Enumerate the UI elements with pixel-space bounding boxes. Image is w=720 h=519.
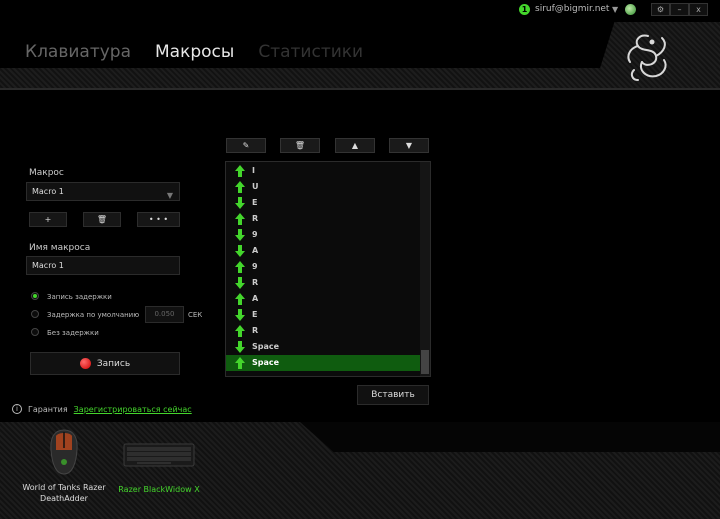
device-mouse-name-1: World of Tanks Razer bbox=[22, 483, 106, 492]
event-key: I bbox=[252, 166, 255, 175]
event-key: Space bbox=[252, 342, 280, 351]
macro-name-input[interactable]: Macro 1 bbox=[26, 256, 180, 275]
event-key: A bbox=[252, 294, 259, 303]
list-item[interactable]: 9 bbox=[226, 227, 421, 243]
tab-keyboard[interactable]: Клавиатура bbox=[25, 42, 131, 62]
arrow-up-icon bbox=[235, 165, 245, 177]
move-up-button[interactable]: ▲ bbox=[335, 138, 375, 153]
device-mouse-name-2: DeathAdder bbox=[40, 494, 88, 503]
arrow-down-icon bbox=[235, 229, 245, 241]
notification-badge[interactable]: 1 bbox=[519, 4, 530, 15]
device-mouse[interactable]: World of Tanks Razer DeathAdder bbox=[14, 428, 114, 504]
macro-section-label: Макрос bbox=[29, 168, 64, 178]
list-item[interactable]: R bbox=[226, 275, 421, 291]
arrow-up-icon bbox=[235, 325, 245, 337]
event-key: E bbox=[252, 198, 258, 207]
title-bar: 1 siruf@bigmir.net ▼ ⚙ – x bbox=[0, 0, 720, 20]
event-key: R bbox=[252, 278, 259, 287]
list-item[interactable]: Space bbox=[226, 355, 421, 371]
default-delay-radio[interactable] bbox=[31, 310, 39, 318]
move-down-button[interactable]: ▼ bbox=[389, 138, 429, 153]
settings-button[interactable]: ⚙ bbox=[651, 3, 670, 16]
scrollbar[interactable] bbox=[420, 162, 430, 376]
window-controls: ⚙ – x bbox=[651, 3, 708, 16]
arrow-up-icon bbox=[235, 213, 245, 225]
list-item[interactable]: 9 bbox=[226, 259, 421, 275]
event-key: 9 bbox=[252, 230, 258, 239]
record-label: Запись bbox=[96, 358, 131, 369]
mouse-icon bbox=[50, 429, 78, 475]
chevron-down-icon[interactable]: ▼ bbox=[612, 5, 618, 14]
delete-event-button[interactable]: 🗑 bbox=[280, 138, 320, 153]
event-key: Space bbox=[252, 358, 280, 367]
arrow-up-icon bbox=[235, 261, 245, 273]
chevron-down-icon: ▼ bbox=[166, 191, 173, 200]
record-delay-radio[interactable] bbox=[31, 292, 39, 300]
list-item[interactable]: R bbox=[226, 323, 421, 339]
register-link[interactable]: Зарегистрироваться сейчас bbox=[74, 405, 192, 414]
macro-select-value: Macro 1 bbox=[32, 187, 64, 196]
warranty-row: i Гарантия Зарегистрироваться сейчас bbox=[12, 404, 192, 414]
record-button[interactable]: Запись bbox=[30, 352, 180, 375]
event-key: U bbox=[252, 182, 259, 191]
record-icon bbox=[79, 358, 91, 369]
list-item[interactable]: R bbox=[226, 211, 421, 227]
macro-event-list[interactable]: Space Space R E A R 9 A 9 R E U I bbox=[225, 161, 431, 377]
globe-icon[interactable] bbox=[625, 4, 636, 15]
list-item[interactable]: A bbox=[226, 243, 421, 259]
insert-button[interactable]: Вставить bbox=[357, 385, 429, 405]
arrow-up-icon bbox=[235, 181, 245, 193]
tab-statistics[interactable]: Статистики bbox=[258, 42, 363, 62]
tab-macros[interactable]: Макросы bbox=[155, 42, 234, 62]
delete-macro-button[interactable]: 🗑 bbox=[83, 212, 121, 227]
arrow-down-icon bbox=[235, 245, 245, 257]
info-icon: i bbox=[12, 404, 22, 414]
event-key: A bbox=[252, 246, 259, 255]
macro-name-label: Имя макроса bbox=[29, 243, 91, 253]
record-delay-label: Запись задержки bbox=[47, 293, 112, 301]
close-button[interactable]: x bbox=[689, 3, 708, 16]
no-delay-label: Без задержки bbox=[47, 329, 99, 337]
list-item[interactable]: A bbox=[226, 291, 421, 307]
edit-event-button[interactable]: ✎ bbox=[226, 138, 266, 153]
event-key: R bbox=[252, 214, 259, 223]
list-item[interactable]: Space bbox=[226, 339, 421, 355]
arrow-down-icon bbox=[235, 341, 245, 353]
event-key: 9 bbox=[252, 262, 258, 271]
arrow-down-icon bbox=[235, 309, 245, 321]
header-divider bbox=[0, 88, 720, 90]
warranty-label: Гарантия bbox=[28, 404, 68, 414]
event-key: E bbox=[252, 310, 258, 319]
device-bar-shade bbox=[300, 422, 720, 452]
list-item[interactable]: U bbox=[226, 179, 421, 195]
list-item[interactable]: E bbox=[226, 307, 421, 323]
minimize-button[interactable]: – bbox=[670, 3, 689, 16]
scrollbar-thumb[interactable] bbox=[421, 350, 429, 374]
device-keyboard-name: Razer BlackWidow X bbox=[118, 485, 200, 494]
more-options-button[interactable]: • • • bbox=[137, 212, 180, 227]
arrow-up-icon bbox=[235, 357, 245, 369]
user-email[interactable]: siruf@bigmir.net bbox=[535, 4, 609, 14]
event-key: R bbox=[252, 326, 259, 335]
razer-logo-icon bbox=[627, 34, 667, 81]
main-tabs: Клавиатура Макросы Статистики bbox=[25, 42, 363, 62]
arrow-down-icon bbox=[235, 277, 245, 289]
keyboard-icon bbox=[123, 443, 195, 467]
arrow-up-icon bbox=[235, 293, 245, 305]
device-keyboard[interactable]: Razer BlackWidow X bbox=[114, 440, 204, 495]
macro-select[interactable]: Macro 1 ▼ bbox=[26, 182, 180, 201]
delay-unit: СЕК bbox=[188, 311, 203, 319]
arrow-down-icon bbox=[235, 197, 245, 209]
add-macro-button[interactable]: + bbox=[29, 212, 67, 227]
default-delay-label: Задержка по умолчанию bbox=[47, 311, 140, 319]
no-delay-radio[interactable] bbox=[31, 328, 39, 336]
list-item[interactable]: I bbox=[226, 163, 421, 179]
list-item[interactable]: E bbox=[226, 195, 421, 211]
default-delay-input[interactable]: 0.050 bbox=[145, 306, 184, 323]
